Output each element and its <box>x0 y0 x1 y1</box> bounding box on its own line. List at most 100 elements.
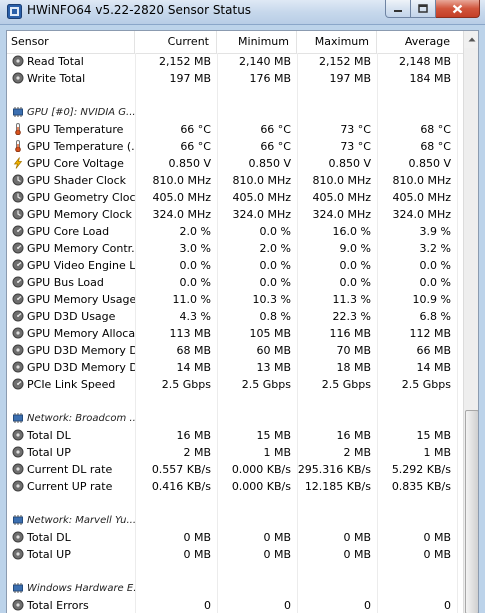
sensor-name-cell: GPU Shader Clock <box>7 172 135 189</box>
sensor-row[interactable]: PCIe Link Speed 2.5 Gbps 2.5 Gbps 2.5 Gbps 2… <box>7 376 463 393</box>
sensor-row[interactable]: GPU Temperature (... 66 °C 66 °C 73 °C 68 °C <box>7 138 463 155</box>
gauge-icon <box>12 378 24 390</box>
current-value: 11.0 % <box>172 293 211 306</box>
disk-icon <box>12 599 24 611</box>
maximum-value: 70 MB <box>336 344 371 357</box>
sensor-row[interactable]: GPU Bus Load 0.0 % 0.0 % 0.0 % 0.0 % <box>7 274 463 291</box>
sensor-row[interactable]: GPU Shader Clock 810.0 MHz 810.0 MHz 810.0 … <box>7 172 463 189</box>
sensor-row[interactable]: Total UP 2 MB 1 MB 2 MB 1 MB <box>7 444 463 461</box>
maximum-value: 2.5 Gbps <box>321 378 371 391</box>
close-icon <box>452 4 463 13</box>
sensor-row[interactable]: GPU Memory Contr... 3.0 % 2.0 % 9.0 % 3.2 % <box>7 240 463 257</box>
sensor-group-row[interactable]: Network: Marvell Yu... <box>7 512 463 529</box>
average-value: 3.2 % <box>419 242 451 255</box>
sensor-row[interactable]: GPU Core Load 2.0 % 0.0 % 16.0 % 3.9 % <box>7 223 463 240</box>
maximum-value: 73 °C <box>340 140 371 153</box>
sensor-group-row[interactable]: Windows Hardware E... <box>7 580 463 597</box>
sensor-row[interactable]: Total Errors 0 0 0 0 <box>7 597 463 613</box>
minimum-value: 0.0 % <box>259 225 291 238</box>
minimum-value: 0.0 % <box>259 259 291 272</box>
column-header-maximum[interactable]: Maximum <box>297 31 377 53</box>
close-button[interactable] <box>436 0 480 18</box>
maximum-value: 11.3 % <box>332 293 371 306</box>
minimum-value: 1 MB <box>263 446 291 459</box>
current-value: 14 MB <box>176 361 211 374</box>
sensor-row[interactable]: Read Total 2,152 MB 2,140 MB 2,152 MB 2,148 … <box>7 53 463 70</box>
minimum-value: 0.0 % <box>259 276 291 289</box>
sensor-label: Total DL <box>27 429 71 442</box>
minimum-value: 13 MB <box>256 361 291 374</box>
vertical-scrollbar[interactable] <box>463 31 478 613</box>
spacer-row <box>7 495 463 512</box>
group-label: Network: Marvell Yu... <box>27 515 135 526</box>
average-value: 0 MB <box>423 531 451 544</box>
sensor-row[interactable]: Total UP 0 MB 0 MB 0 MB 0 MB <box>7 546 463 563</box>
disk-icon <box>12 480 24 492</box>
current-value: 2 MB <box>183 446 211 459</box>
average-value: 0.835 KB/s <box>391 480 451 493</box>
sensor-row[interactable]: Total DL 0 MB 0 MB 0 MB 0 MB <box>7 529 463 546</box>
column-header-average[interactable]: Average <box>377 31 457 53</box>
sensor-row[interactable]: GPU Video Engine L... 0.0 % 0.0 % 0.0 % 0.0 … <box>7 257 463 274</box>
disk-icon <box>12 531 24 543</box>
average-value: 0.0 % <box>419 276 451 289</box>
title-bar[interactable]: HWiNFO64 v5.22-2820 Sensor Status <box>0 0 485 25</box>
sensor-group-row[interactable]: GPU [#0]: NVIDIA G... <box>7 104 463 121</box>
sensor-name-cell: Total DL <box>7 529 135 546</box>
average-value: 6.8 % <box>419 310 451 323</box>
sensor-label: PCIe Link Speed <box>27 378 116 391</box>
sensor-row[interactable]: GPU Temperature 66 °C 66 °C 73 °C 68 °C <box>7 121 463 138</box>
minimum-value: 0.8 % <box>259 310 291 323</box>
sensor-row[interactable]: Current UP rate 0.416 KB/s 0.000 KB/s 12.18… <box>7 478 463 495</box>
maximum-value: 405.0 MHz <box>312 191 371 204</box>
sensor-label: GPU Memory Contr... <box>27 242 135 255</box>
sensor-label: GPU Bus Load <box>27 276 104 289</box>
sensor-label: GPU Core Voltage <box>27 157 124 170</box>
sensor-row[interactable]: GPU D3D Usage 4.3 % 0.8 % 22.3 % 6.8 % <box>7 308 463 325</box>
maximize-button[interactable] <box>411 0 436 18</box>
sensor-name-cell: Network: Broadcom ... <box>7 410 135 427</box>
column-header-current[interactable]: Current <box>135 31 217 53</box>
maximum-value: 12.185 KB/s <box>304 480 371 493</box>
sensor-row[interactable]: GPU D3D Memory D... 14 MB 13 MB 18 MB 14 MB <box>7 359 463 376</box>
sensor-name-cell: GPU D3D Usage <box>7 308 135 325</box>
average-value: 810.0 MHz <box>392 174 451 187</box>
sensor-row[interactable]: GPU Memory Alloca... 113 MB 105 MB 116 MB 11… <box>7 325 463 342</box>
sensor-label: GPU Temperature (... <box>27 140 135 153</box>
sensor-row[interactable]: GPU Memory Usage 11.0 % 10.3 % 11.3 % 10.9 % <box>7 291 463 308</box>
sensor-name-cell: Total Errors <box>7 597 135 613</box>
sensor-row[interactable]: GPU Geometry Clock 405.0 MHz 405.0 MHz 405.… <box>7 189 463 206</box>
minimize-button[interactable] <box>385 0 411 18</box>
sensor-row[interactable]: Total DL 16 MB 15 MB 16 MB 15 MB <box>7 427 463 444</box>
sensor-name-cell: Total UP <box>7 546 135 563</box>
sensor-label: GPU Memory Clock <box>27 208 132 221</box>
average-value: 66 MB <box>416 344 451 357</box>
sensor-label: GPU Memory Alloca... <box>27 327 135 340</box>
group-label: Network: Broadcom ... <box>27 413 135 424</box>
sensor-row[interactable]: GPU D3D Memory D... 68 MB 60 MB 70 MB 66 MB <box>7 342 463 359</box>
column-header-sensor[interactable]: Sensor <box>7 31 135 53</box>
maximum-value: 0.0 % <box>339 259 371 272</box>
sensor-row[interactable]: GPU Core Voltage 0.850 V 0.850 V 0.850 V 0.8… <box>7 155 463 172</box>
average-value: 5.292 KB/s <box>391 463 451 476</box>
average-value: 324.0 MHz <box>392 208 451 221</box>
minimum-value: 66 °C <box>260 123 291 136</box>
column-header-minimum[interactable]: Minimum <box>217 31 297 53</box>
sensor-group-row[interactable]: Network: Broadcom ... <box>7 410 463 427</box>
scroll-up-button[interactable] <box>464 31 478 48</box>
sensor-name-cell: GPU [#0]: NVIDIA G... <box>7 104 135 121</box>
sensor-row[interactable]: Write Total 197 MB 176 MB 197 MB 184 MB <box>7 70 463 87</box>
maximum-value: 197 MB <box>329 72 371 85</box>
sensor-list-panel[interactable]: Sensor Current Minimum Maximum Average R… <box>6 30 479 613</box>
scrollbar-thumb[interactable] <box>465 410 478 613</box>
sensor-row[interactable]: Current DL rate 0.557 KB/s 0.000 KB/s 295.3… <box>7 461 463 478</box>
clock-icon <box>12 174 24 186</box>
sensor-row[interactable]: GPU Memory Clock 324.0 MHz 324.0 MHz 324.0 … <box>7 206 463 223</box>
sensor-label: GPU Temperature <box>27 123 124 136</box>
spacer-row <box>7 87 463 104</box>
average-value: 10.9 % <box>412 293 451 306</box>
current-value: 68 MB <box>176 344 211 357</box>
sensor-label: GPU Geometry Clock <box>27 191 135 204</box>
chip-icon <box>13 107 23 117</box>
disk-icon <box>12 361 24 373</box>
